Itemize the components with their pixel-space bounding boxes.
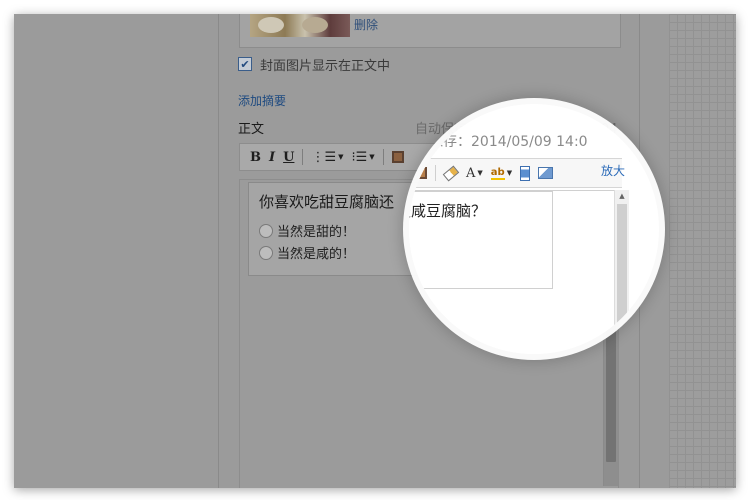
scroll-up-icon[interactable]: ▲ [615, 190, 629, 202]
bold-button[interactable]: B [246, 146, 265, 168]
delete-cover-link[interactable]: 删除 [354, 16, 378, 33]
thumbnail-food-plate [302, 17, 328, 33]
cover-in-body-checkbox[interactable]: ✔ [238, 57, 252, 71]
unordered-list-icon: ⁝☰ [351, 149, 368, 165]
poll-option-radio[interactable] [259, 223, 273, 238]
screenshot-frame: 删除 ✔ 封面图片显示在正文中 添加摘要 正文 自动保存：2014/05/09 … [14, 14, 736, 488]
insert-image-button[interactable] [388, 146, 408, 168]
attachment-icon [538, 167, 554, 179]
poll-question-magnified: 是咸豆腐脑？ [409, 202, 487, 220]
poll-option[interactable]: 当然是咸的！ [259, 243, 355, 262]
eraser-icon [442, 165, 460, 181]
chevron-down-icon: ▼ [338, 153, 344, 161]
insert-image-button-magnified[interactable] [411, 162, 431, 184]
image-icon [415, 167, 427, 179]
ordered-list-icon: ⋮☰ [311, 149, 337, 165]
editor-scrollbar-magnified[interactable]: ▲ [614, 190, 629, 354]
main-column-left-border [218, 14, 219, 488]
magnifier-lens: 动保存：2014/05/09 14:0 A ▼ ab ▼ 放大 咸豆腐脑？ ▲ [409, 104, 659, 354]
scrollbar-thumb-magnified[interactable] [617, 204, 627, 354]
editor-toolbar-magnified: A ▼ ab ▼ [409, 158, 622, 188]
body-label: 正文 [238, 122, 265, 137]
poll-option[interactable]: 当然是甜的！ [259, 221, 355, 240]
underline-button[interactable]: U [279, 146, 298, 168]
ordered-list-button[interactable]: ⋮☰ ▼ [307, 146, 347, 168]
poll-option-label: 当然是咸的！ [277, 247, 356, 262]
editor-content-magnified[interactable]: 是咸豆腐脑？ [409, 190, 619, 354]
cover-thumbnail[interactable] [250, 14, 350, 37]
poll-question: 你喜欢吃甜豆腐脑还 [259, 193, 395, 211]
poll-option-label: 当然是甜的！ [277, 225, 356, 240]
insert-attachment-button[interactable] [534, 162, 557, 184]
highlight-button[interactable]: ab ▼ [487, 162, 516, 184]
cover-in-body-row[interactable]: ✔ 封面图片显示在正文中 [238, 56, 391, 74]
film-icon [520, 165, 531, 181]
toolbar-separator [382, 149, 384, 165]
autosave-status-magnified: 动保存：2014/05/09 14:0 [415, 134, 588, 150]
insert-video-button[interactable] [516, 162, 534, 184]
highlight-icon: ab [490, 166, 505, 180]
cover-in-body-label: 封面图片显示在正文中 [260, 58, 391, 74]
right-pane-grid [669, 14, 736, 488]
font-color-button[interactable]: A ▼ [462, 162, 487, 184]
image-icon [391, 151, 404, 163]
poll-card-magnified: 是咸豆腐脑？ [409, 191, 553, 289]
add-summary-link[interactable]: 添加摘要 [238, 92, 286, 109]
chevron-down-icon: ▼ [369, 153, 375, 161]
chevron-down-icon: ▼ [477, 169, 483, 177]
italic-button[interactable]: I [265, 146, 279, 168]
cover-image-box: 删除 [239, 14, 621, 48]
chevron-down-icon: ▼ [506, 169, 513, 177]
font-color-icon: A [466, 165, 476, 181]
poll-option-radio[interactable] [259, 245, 273, 260]
toolbar-separator [302, 149, 304, 165]
clear-format-button[interactable] [440, 162, 462, 184]
toolbar-separator [435, 165, 436, 181]
zoom-button[interactable]: 放大 [601, 162, 625, 179]
thumbnail-food-plate [258, 17, 284, 33]
unordered-list-button[interactable]: ⁝☰ ▼ [347, 146, 378, 168]
